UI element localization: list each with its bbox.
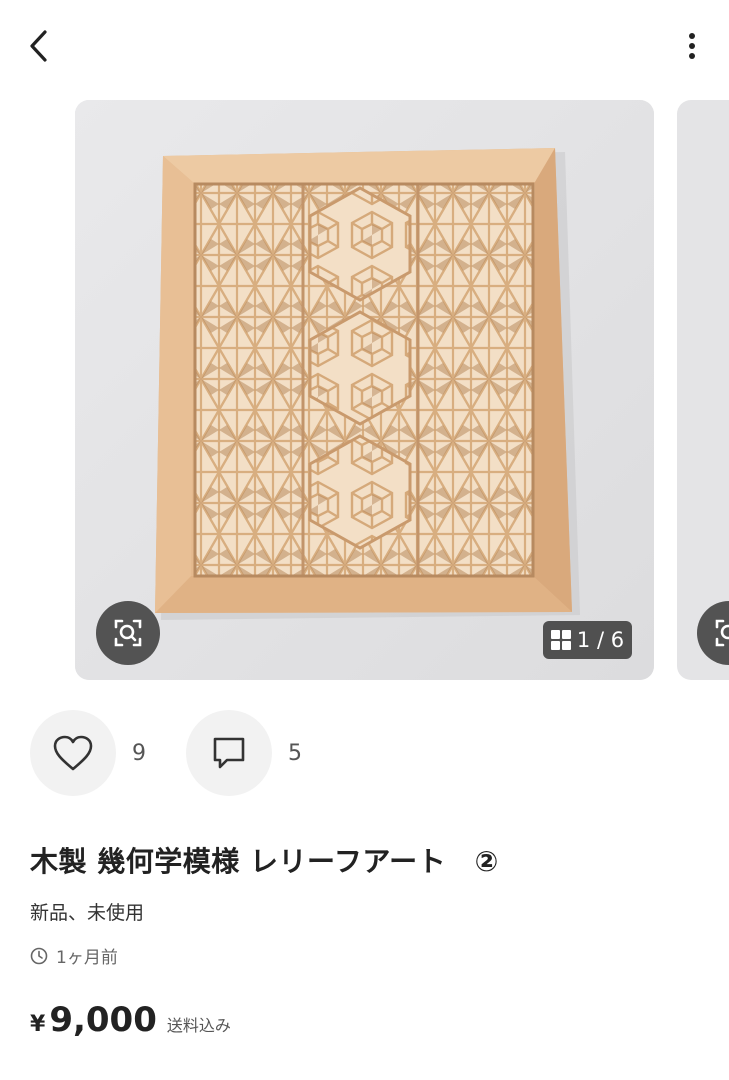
image-search-icon	[715, 619, 729, 647]
image-search-button[interactable]	[96, 601, 160, 665]
price: ¥ 9,000 送料込み	[30, 1000, 231, 1040]
next-product-image[interactable]	[677, 100, 729, 680]
comment-count: 5	[288, 740, 302, 766]
price-amount: 9,000	[49, 1000, 157, 1040]
image-search-button-next[interactable]	[697, 601, 729, 665]
action-row: 9 5	[30, 709, 302, 797]
price-currency: ¥	[30, 1012, 46, 1037]
chevron-left-icon	[30, 30, 47, 62]
product-condition: 新品、未使用	[30, 902, 145, 924]
posted-time: 1ヶ月前	[30, 943, 118, 968]
comment-button[interactable]	[186, 710, 272, 796]
image-counter[interactable]: 1 / 6	[543, 621, 632, 659]
heart-icon	[53, 735, 93, 771]
more-vertical-icon	[689, 33, 695, 59]
grid-icon	[550, 630, 571, 650]
more-menu-button[interactable]	[679, 26, 705, 66]
product-image[interactable]: 1 / 6	[75, 100, 654, 680]
product-title: 木製 幾何学模様 レリーフアート ②	[30, 845, 499, 878]
shipping-included: 送料込み	[166, 1016, 231, 1035]
image-gallery[interactable]: 1 / 6	[0, 100, 729, 680]
image-counter-text: 1 / 6	[576, 628, 625, 652]
back-button[interactable]	[18, 24, 58, 68]
comment-icon	[213, 737, 245, 769]
like-count: 9	[132, 740, 146, 766]
image-search-icon	[114, 619, 142, 647]
clock-icon	[30, 947, 48, 964]
posted-time-text: 1ヶ月前	[56, 948, 118, 968]
like-button[interactable]	[30, 710, 116, 796]
kumiko-frame-photo	[75, 100, 654, 680]
top-bar	[0, 0, 729, 96]
